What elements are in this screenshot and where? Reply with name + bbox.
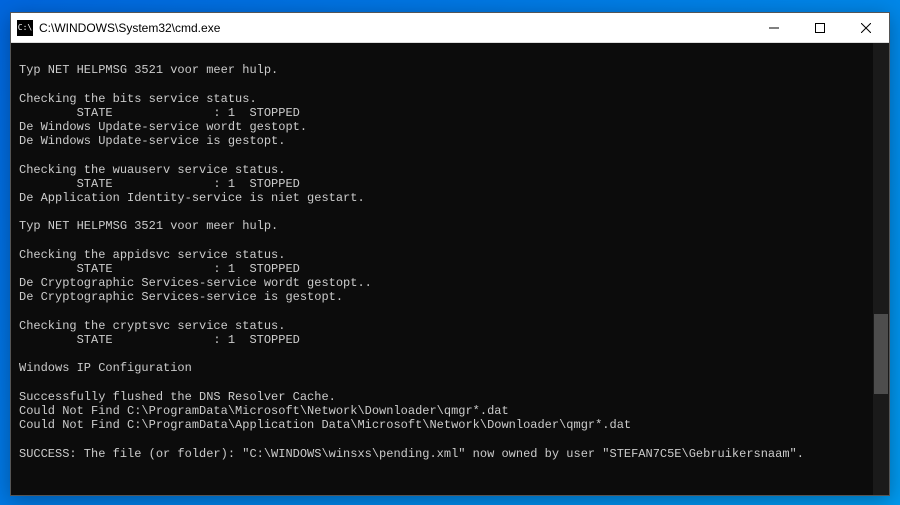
scrollbar[interactable] — [873, 43, 889, 495]
terminal-output[interactable]: Typ NET HELPMSG 3521 voor meer hulp. Che… — [11, 43, 889, 495]
terminal-line: Successfully flushed the DNS Resolver Ca… — [19, 390, 881, 404]
terminal-line: Checking the appidsvc service status. — [19, 248, 881, 262]
terminal-line: Typ NET HELPMSG 3521 voor meer hulp. — [19, 63, 881, 77]
terminal-line: De Windows Update-service is gestopt. — [19, 134, 881, 148]
terminal-line: Checking the wuauserv service status. — [19, 163, 881, 177]
terminal-line: De Cryptographic Services-service is ges… — [19, 290, 881, 304]
terminal-line — [19, 305, 881, 319]
terminal-line — [19, 234, 881, 248]
terminal-line: De Application Identity-service is niet … — [19, 191, 881, 205]
terminal-line: Could Not Find C:\ProgramData\Applicatio… — [19, 418, 881, 432]
terminal-line: STATE : 1 STOPPED — [19, 333, 881, 347]
terminal-line: Typ NET HELPMSG 3521 voor meer hulp. — [19, 219, 881, 233]
terminal-line: Checking the bits service status. — [19, 92, 881, 106]
minimize-icon — [769, 23, 779, 33]
scrollbar-thumb[interactable] — [874, 314, 888, 394]
terminal-line: STATE : 1 STOPPED — [19, 106, 881, 120]
terminal-line: STATE : 1 STOPPED — [19, 177, 881, 191]
terminal-line: SUCCESS: The file (or folder): "C:\WINDO… — [19, 447, 881, 461]
terminal-line — [19, 376, 881, 390]
terminal-line: Could Not Find C:\ProgramData\Microsoft\… — [19, 404, 881, 418]
maximize-button[interactable] — [797, 13, 843, 43]
cmd-icon: C:\ — [17, 20, 33, 36]
terminal-line: De Windows Update-service wordt gestopt. — [19, 120, 881, 134]
terminal-line: STATE : 1 STOPPED — [19, 262, 881, 276]
window-controls — [751, 13, 889, 42]
maximize-icon — [815, 23, 825, 33]
terminal-line — [19, 205, 881, 219]
terminal-line: Windows IP Configuration — [19, 361, 881, 375]
terminal-line — [19, 432, 881, 446]
close-icon — [861, 23, 871, 33]
terminal-line: Checking the cryptsvc service status. — [19, 319, 881, 333]
cmd-window: C:\ C:\WINDOWS\System32\cmd.exe Typ NET … — [10, 12, 890, 496]
terminal-line — [19, 49, 881, 63]
terminal-line — [19, 77, 881, 91]
close-button[interactable] — [843, 13, 889, 43]
window-title: C:\WINDOWS\System32\cmd.exe — [39, 21, 751, 35]
minimize-button[interactable] — [751, 13, 797, 43]
titlebar[interactable]: C:\ C:\WINDOWS\System32\cmd.exe — [11, 13, 889, 43]
terminal-line — [19, 148, 881, 162]
terminal-line: De Cryptographic Services-service wordt … — [19, 276, 881, 290]
terminal-line — [19, 347, 881, 361]
